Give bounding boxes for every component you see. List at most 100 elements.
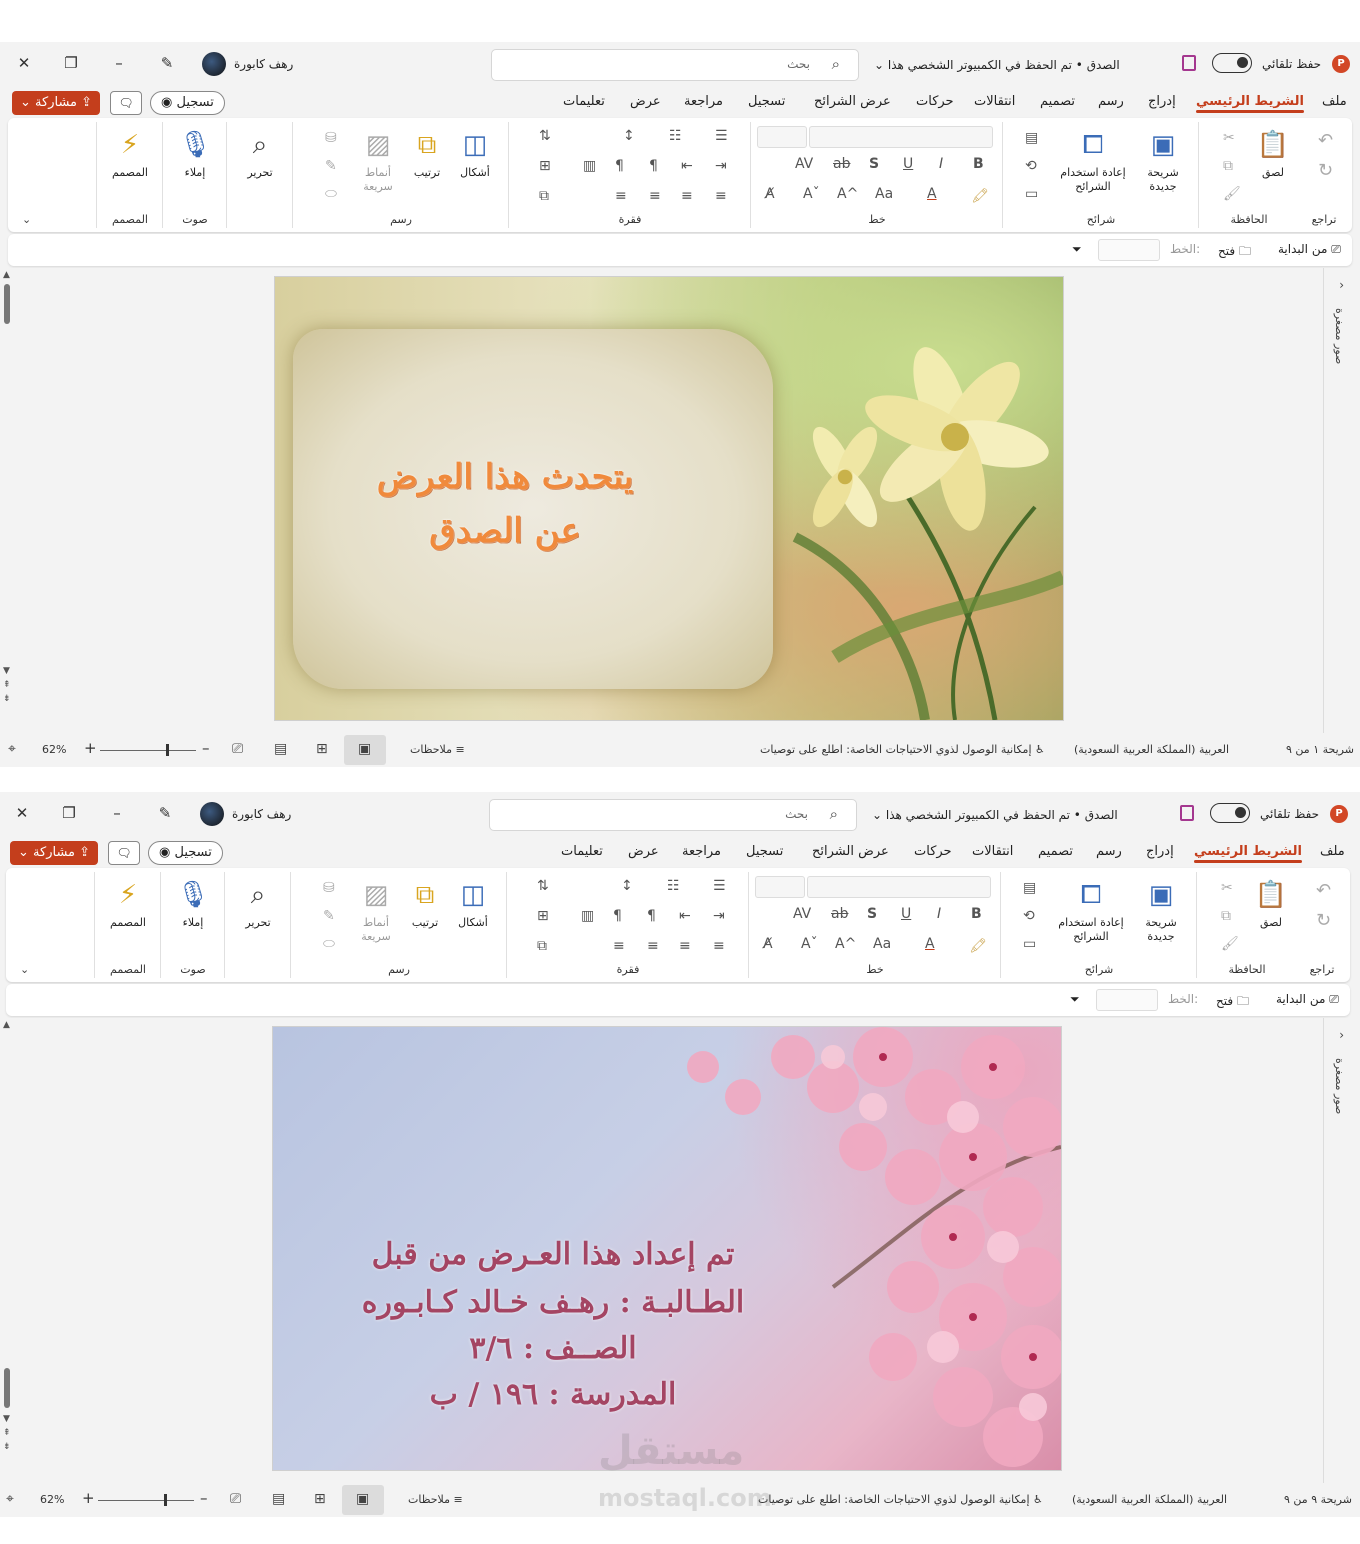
numbering-icon[interactable]: ☷ [667, 878, 680, 894]
shapes-button[interactable]: ◫ أشكال [451, 878, 495, 930]
align-text-icon[interactable]: ⊞ [539, 158, 551, 174]
font-size-field[interactable] [757, 126, 807, 148]
align-text-icon[interactable]: ⊞ [537, 908, 549, 924]
pen-icon[interactable]: ✎ [156, 54, 178, 74]
grow-font-icon[interactable]: A^ [835, 936, 856, 952]
font-size-field[interactable] [755, 876, 805, 898]
font-name-field[interactable] [807, 876, 991, 898]
tab-review[interactable]: مراجعة [682, 844, 721, 859]
document-title[interactable]: ⌄ الصدق • تم الحفظ في الكمبيوتر الشخصي ه… [874, 57, 1120, 73]
zoom-slider[interactable] [100, 750, 196, 751]
shadow-button[interactable]: S [869, 156, 879, 172]
record-button[interactable]: ◉ تسجيل [148, 841, 223, 865]
restore-icon[interactable]: ❐ [58, 804, 80, 824]
editing-button[interactable]: ⌕ تحرير [235, 878, 281, 930]
zoom-slider-knob[interactable] [164, 1494, 167, 1506]
columns-icon[interactable]: ▥ [583, 158, 596, 174]
pen-icon[interactable]: ✎ [154, 804, 176, 824]
strikethrough-button[interactable]: ab [831, 906, 848, 922]
cut-icon[interactable]: ✂ [1223, 130, 1235, 146]
smartart-icon[interactable]: ⧉ [539, 188, 549, 204]
tab-home[interactable]: الشريط الرئيسي [1194, 844, 1302, 863]
accessibility-status[interactable]: إمكانية الوصول لذوي الاحتياجات الخاصة: ا… [758, 1493, 1043, 1506]
reuse-slides-button[interactable]: ⧠ إعادة استخدام الشرائح [1051, 878, 1131, 944]
normal-view-icon[interactable]: ▣ [356, 1491, 369, 1507]
clear-format-icon[interactable]: A̸ [765, 186, 775, 202]
strikethrough-button[interactable]: ab [833, 156, 850, 172]
align-right-icon[interactable]: ≡ [715, 188, 727, 204]
tab-home[interactable]: الشريط الرئيسي [1196, 94, 1304, 113]
tab-design[interactable]: تصميم [1038, 844, 1073, 859]
font-name-field[interactable] [809, 126, 993, 148]
italic-button[interactable]: I [937, 906, 941, 922]
section-icon[interactable]: ▭ [1023, 936, 1036, 952]
designer-button[interactable]: ⚡ المصمم [103, 878, 153, 930]
zoom-level[interactable]: 62% [42, 743, 66, 756]
zoom-level[interactable]: 62% [40, 1493, 64, 1506]
slide-sorter-icon[interactable]: ⊞ [316, 741, 328, 757]
expand-panel-icon[interactable]: › [1339, 278, 1344, 292]
text-direction-icon[interactable]: ⇅ [539, 128, 551, 144]
record-button[interactable]: ◉ تسجيل [150, 91, 225, 115]
notes-button[interactable]: ملاحظات ≡ [410, 743, 465, 756]
user-name[interactable]: رهف كابورة [234, 56, 293, 72]
user-name[interactable]: رهف كابورة [232, 806, 291, 822]
copy-icon[interactable]: ⧉ [1223, 158, 1233, 174]
tab-slideshow[interactable]: عرض الشرائح [812, 844, 889, 859]
outdent-icon[interactable]: ⇤ [681, 158, 693, 174]
char-spacing-button[interactable]: AV [793, 906, 811, 922]
search-input[interactable]: بحث ⌕ [489, 799, 857, 831]
customize-toolbar-icon[interactable]: ⏷ [1070, 992, 1080, 1007]
tab-animations[interactable]: حركات [914, 844, 952, 859]
accessibility-status[interactable]: إمكانية الوصول لذوي الاحتياجات الخاصة: ا… [760, 743, 1045, 756]
save-icon[interactable] [1182, 55, 1196, 71]
tab-record[interactable]: تسجيل [746, 844, 783, 859]
quick-styles-button[interactable]: ▨ أنماط سريعة [353, 878, 399, 944]
redo-icon[interactable]: ↻ [1318, 160, 1333, 181]
scroll-down-icon[interactable]: ▼ [3, 1414, 10, 1424]
redo-icon[interactable]: ↻ [1316, 910, 1331, 931]
save-icon[interactable] [1180, 805, 1194, 821]
scroll-up-icon[interactable]: ▲ [3, 1020, 10, 1030]
slideshow-view-icon[interactable]: ⎚ [230, 1491, 241, 1507]
shape-fill-icon[interactable]: ⛁ [323, 880, 335, 896]
dictate-button[interactable]: 🎙 إملاء [173, 128, 217, 180]
tab-draw[interactable]: رسم [1096, 844, 1122, 859]
document-title[interactable]: ⌄ الصدق • تم الحفظ في الكمبيوتر الشخصي ه… [872, 807, 1118, 823]
shape-effects-icon[interactable]: ⬭ [323, 936, 335, 952]
next-slide-icon[interactable]: ⇟ [3, 694, 11, 704]
underline-button[interactable]: U [903, 156, 913, 172]
avatar[interactable] [202, 52, 226, 76]
slide-text-line[interactable]: الطـالبـة : رهـف خـالد كـابـوره [303, 1285, 803, 1320]
outdent-icon[interactable]: ⇤ [679, 908, 691, 924]
rtl-icon[interactable]: ¶ [649, 158, 658, 174]
layout-icon[interactable]: ▤ [1023, 880, 1036, 896]
indent-icon[interactable]: ⇥ [713, 908, 725, 924]
font-color-icon[interactable]: A [927, 186, 937, 202]
columns-icon[interactable]: ▥ [581, 908, 594, 924]
avatar[interactable] [200, 802, 224, 826]
line-spacing-icon[interactable]: ↕ [623, 128, 635, 144]
open-button[interactable]: فتح 🗀 [1218, 242, 1251, 263]
reading-view-icon[interactable]: ▤ [272, 1491, 285, 1507]
paste-button[interactable]: 📋 لصق [1249, 878, 1293, 930]
copy-icon[interactable]: ⧉ [1221, 908, 1231, 924]
tab-slideshow[interactable]: عرض الشرائح [814, 94, 891, 109]
italic-button[interactable]: I [939, 156, 943, 172]
shrink-font-icon[interactable]: Aˇ [803, 186, 820, 202]
shapes-button[interactable]: ◫ أشكال [453, 128, 497, 180]
slide-text-line[interactable]: المدرسة : ١٩٦ / ب [303, 1377, 803, 1412]
normal-view-icon[interactable]: ▣ [358, 741, 371, 757]
tab-help[interactable]: تعليمات [563, 94, 605, 109]
minimize-icon[interactable]: – [106, 804, 128, 824]
highlight-icon[interactable]: 🖍 [969, 938, 987, 954]
tab-transitions[interactable]: انتقالات [974, 94, 1015, 109]
close-icon[interactable]: ✕ [11, 804, 33, 824]
tab-design[interactable]: تصميم [1040, 94, 1075, 109]
designer-button[interactable]: ⚡ المصمم [105, 128, 155, 180]
new-slide-button[interactable]: ▣ شريحة جديدة [1133, 128, 1193, 194]
change-case-button[interactable]: Aa [873, 936, 891, 952]
align-center-icon[interactable]: ≡ [681, 188, 693, 204]
zoom-out-icon[interactable]: – [200, 1489, 208, 1507]
line-spacing-icon[interactable]: ↕ [621, 878, 633, 894]
